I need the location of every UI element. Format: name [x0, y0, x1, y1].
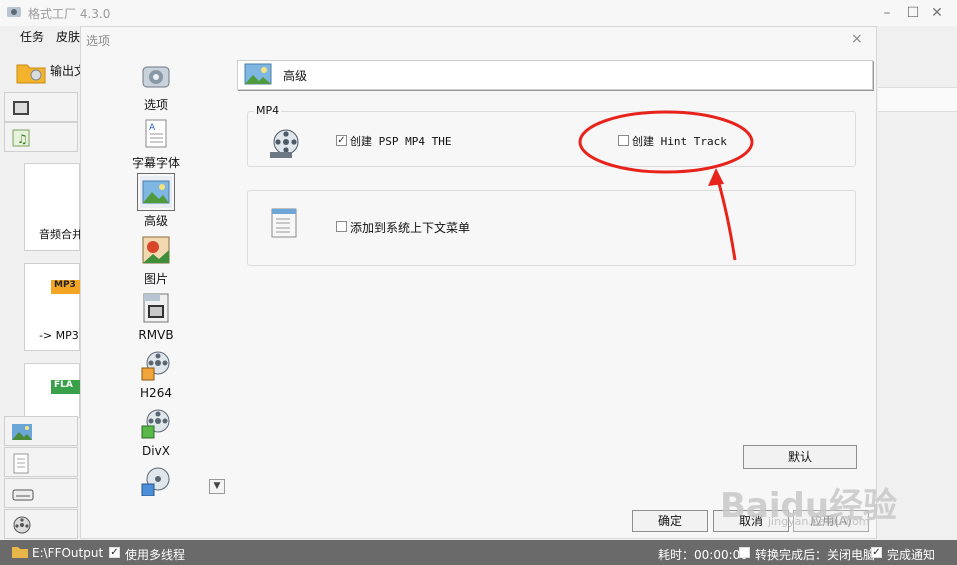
- context-menu-label: 添加到系统上下文菜单: [350, 221, 471, 235]
- psp-mp4-checkbox[interactable]: ✓: [336, 135, 347, 146]
- nav-label: 选项: [143, 98, 168, 112]
- context-menu-icon: [270, 207, 300, 239]
- document-category-icon: [13, 453, 29, 474]
- rmvb-icon: [140, 292, 172, 324]
- picture-icon: [140, 234, 172, 266]
- nav-scroll-down-button[interactable]: ▼: [209, 479, 225, 494]
- tile-to-mp3[interactable]: MP3 -> MP3: [24, 263, 81, 351]
- mp3-badge: MP3: [51, 280, 81, 294]
- dialog-title: 选项: [86, 34, 111, 48]
- panel-header: [237, 60, 873, 90]
- nav-label: 高级: [143, 214, 168, 228]
- nav-item-subtitle-font[interactable]: A 字幕字体: [132, 118, 180, 171]
- mp4-film-reel-icon: [266, 126, 302, 162]
- notify-label: 完成通知: [887, 548, 936, 562]
- nav-item-picture[interactable]: 图片: [132, 234, 180, 287]
- hint-track-label: 创建 Hint Track: [632, 135, 727, 148]
- nav-label: H264: [140, 386, 172, 400]
- film-reel-category-icon: [13, 516, 31, 534]
- minimize-button[interactable]: –: [876, 3, 898, 23]
- nav-item-h264[interactable]: H264: [132, 350, 180, 400]
- dialog-close-button[interactable]: ×: [851, 31, 863, 47]
- tile-label: 音频合并: [39, 228, 83, 241]
- svg-text:A: A: [149, 123, 156, 133]
- drive-category-icon: [12, 489, 34, 501]
- nav-item-divx[interactable]: DivX: [132, 408, 180, 458]
- context-menu-checkbox[interactable]: [336, 221, 347, 232]
- nav-label: DivX: [142, 444, 170, 458]
- h264-icon: [140, 350, 172, 382]
- nav-item-options[interactable]: 选项: [132, 60, 180, 113]
- shutdown-label: 转换完成后：关闭电脑: [755, 548, 876, 562]
- options-icon: [140, 60, 172, 92]
- menu-item-skin[interactable]: 皮肤: [56, 28, 80, 45]
- notify-checkbox[interactable]: ✓: [871, 547, 882, 558]
- nav-label: 字幕字体: [131, 156, 180, 170]
- menu-item-tasks[interactable]: 任务: [20, 28, 44, 45]
- tile-audio-merge[interactable]: 音频合并: [24, 163, 83, 251]
- folder-icon[interactable]: [12, 545, 28, 558]
- film-reel-icon: [140, 466, 172, 496]
- category-rom-device[interactable]: [4, 478, 78, 508]
- picture-category-icon: [12, 424, 32, 440]
- maximize-button[interactable]: ☐: [902, 3, 924, 23]
- default-button[interactable]: 默认: [743, 445, 857, 469]
- multithread-label: 使用多线程: [125, 548, 186, 562]
- category-audio[interactable]: ♫: [4, 122, 78, 152]
- nav-item-rmvb[interactable]: RMVB: [132, 292, 180, 342]
- category-video[interactable]: [4, 92, 78, 122]
- tile-label: -> MP3: [39, 329, 79, 342]
- advanced-icon: [137, 173, 175, 211]
- nav-item-more[interactable]: [132, 466, 180, 496]
- category-picture[interactable]: [4, 416, 78, 446]
- nav-item-advanced[interactable]: 高级: [132, 173, 180, 229]
- video-category-icon: [13, 101, 29, 115]
- subtitle-font-icon: A: [140, 118, 172, 150]
- app-logo-icon: [6, 5, 22, 19]
- app-title: 格式工厂 4.3.0: [28, 7, 111, 21]
- mp4-group-label: MP4: [254, 104, 282, 117]
- ok-button[interactable]: 确定: [632, 510, 708, 532]
- output-folder-icon[interactable]: [16, 60, 46, 84]
- svg-text:♫: ♫: [17, 132, 28, 146]
- flac-badge: FLA: [51, 380, 81, 394]
- right-panel-strip: [878, 87, 957, 112]
- nav-label: 图片: [143, 272, 168, 286]
- elapsed-time: 耗时：00:00:00: [658, 548, 748, 562]
- divx-icon: [140, 408, 172, 440]
- nav-label: RMVB: [138, 328, 174, 342]
- baidu-watermark-url: jingyan.baidu.com: [768, 515, 870, 528]
- psp-mp4-label: 创建 PSP MP4 THE: [350, 135, 452, 148]
- category-tools[interactable]: [4, 509, 78, 539]
- audio-category-icon: ♫: [12, 129, 30, 147]
- multithread-checkbox[interactable]: ✓: [109, 547, 120, 558]
- advanced-panel-icon: [244, 62, 272, 86]
- output-path[interactable]: E:\FFOutput: [32, 546, 103, 560]
- title-bar: [0, 0, 957, 26]
- category-document[interactable]: [4, 447, 78, 477]
- window-close-button[interactable]: ✕: [926, 3, 948, 23]
- hint-track-checkbox[interactable]: [618, 135, 629, 146]
- panel-title: 高级: [283, 69, 308, 83]
- tile-to-flac[interactable]: FLA: [24, 363, 81, 418]
- shutdown-checkbox[interactable]: [739, 547, 750, 558]
